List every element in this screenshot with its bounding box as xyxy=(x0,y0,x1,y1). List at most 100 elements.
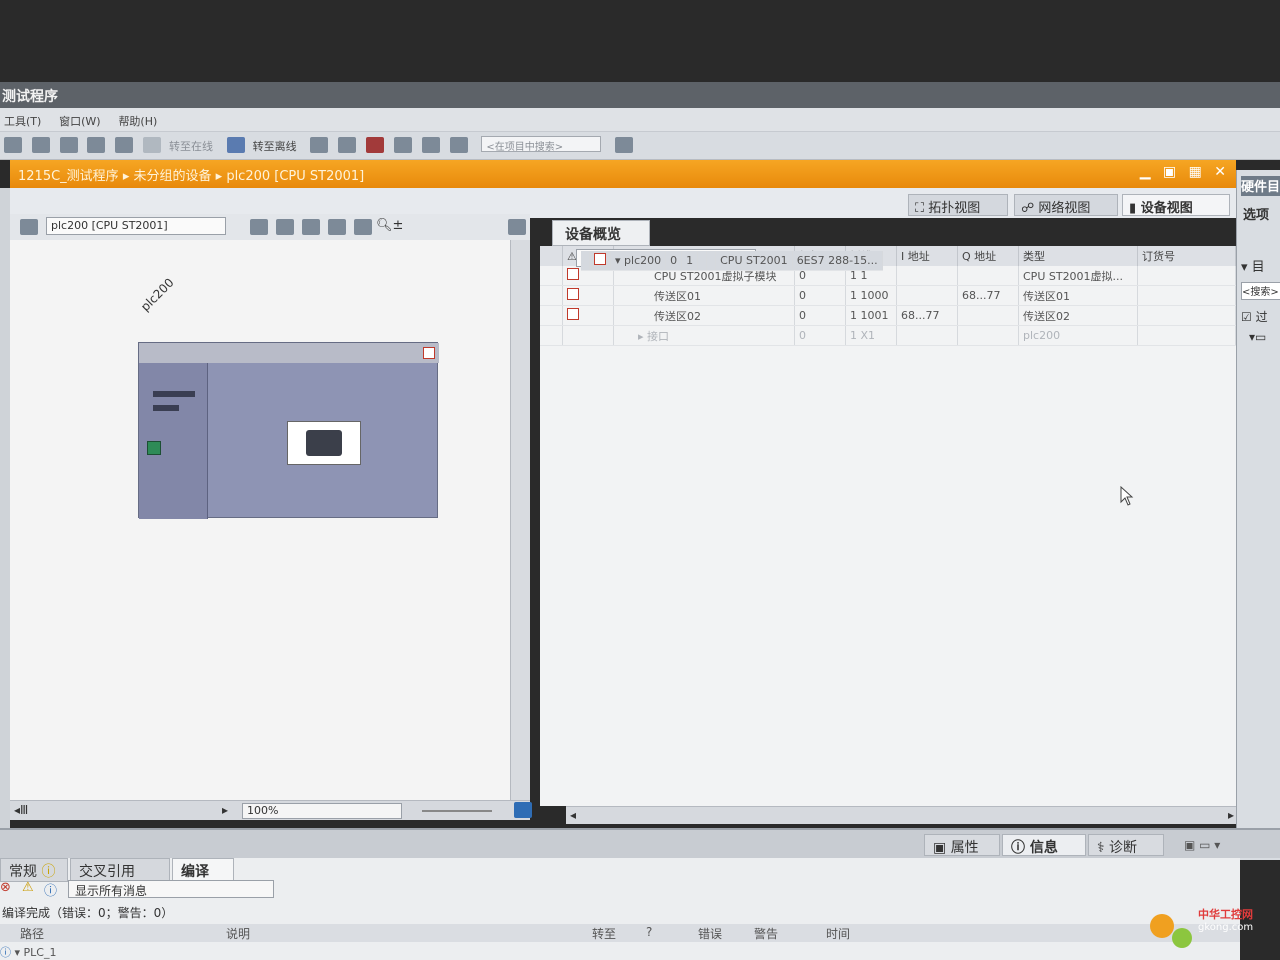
page-icon[interactable] xyxy=(354,219,372,235)
scroll-right-icon[interactable]: ▸ xyxy=(1228,808,1234,822)
device-dropdown[interactable]: plc200 [CPU ST2001] xyxy=(46,217,226,235)
download-icon[interactable] xyxy=(115,137,134,153)
tab-general[interactable]: 常规 ⓘ xyxy=(0,858,68,882)
menu-window[interactable]: 窗口(W) xyxy=(55,108,110,129)
error-filter-icon[interactable]: ⊗ xyxy=(0,880,11,895)
breadcrumb-group[interactable]: 未分组的设备 xyxy=(133,169,211,184)
col-errors[interactable]: 错误 xyxy=(698,925,722,942)
scroll-left-icon[interactable]: ◂ xyxy=(570,808,576,822)
tab-network-view[interactable]: ☍ 网络视图 xyxy=(1014,194,1118,216)
info-filter-icon[interactable]: ⓘ xyxy=(44,880,57,899)
tab-cross-reference[interactable]: 交叉引用 xyxy=(70,858,170,882)
project-icon[interactable] xyxy=(4,137,22,153)
plc-rack[interactable] xyxy=(138,342,439,519)
breadcrumb-project[interactable]: 1215C_测试程序 xyxy=(18,169,119,184)
menu-help[interactable]: 帮助(H) xyxy=(114,108,167,129)
search-go-icon[interactable] xyxy=(615,137,634,153)
error-icon xyxy=(567,308,579,320)
tab-device-view[interactable]: ▮ 设备视图 xyxy=(1122,194,1230,216)
panel-controls-icon[interactable]: ▣ ▭ ▾ xyxy=(1184,838,1220,852)
col-warnings[interactable]: 警告 xyxy=(754,925,778,942)
navigator-icon[interactable] xyxy=(514,802,532,818)
warning-filter-icon[interactable]: ⚠ xyxy=(22,880,34,895)
watermark-url: gkong.com xyxy=(1198,922,1254,933)
window-controls[interactable]: ▁ ▣ ▦ ✕ xyxy=(1140,164,1230,180)
col-type[interactable]: 类型 xyxy=(1018,246,1138,266)
compile-icon[interactable] xyxy=(87,137,106,153)
accessible-devices-icon[interactable] xyxy=(310,137,329,153)
zoom-slider[interactable] xyxy=(422,810,492,812)
breadcrumb-device[interactable]: plc200 [CPU ST2001] xyxy=(226,169,364,184)
save-icon[interactable] xyxy=(31,137,50,153)
site-watermark-logo: 中华工控网 gkong.com xyxy=(1142,900,1280,960)
menu-tools[interactable]: 工具(T) xyxy=(0,108,51,129)
hardware-catalog-panel: 硬件目 选项 ▾ 目 <搜索> ☑ 过 ▾▭ xyxy=(1236,170,1280,860)
col-i-address[interactable]: I 地址 xyxy=(896,246,958,266)
pan-icon[interactable] xyxy=(302,219,320,235)
scroll-left-icon[interactable]: ◂Ⅲ xyxy=(14,803,28,817)
info-panel: 常规 ⓘ 交叉引用 编译 ⊗ ⚠ ⓘ 显示所有消息 编译完成（错误：0；警告：0… xyxy=(0,858,1240,960)
col-question[interactable]: ? xyxy=(646,925,652,939)
message-table-header: 路径 说明 转至 ? 错误 警告 时间 xyxy=(0,924,1240,942)
project-search-input[interactable]: <在项目中搜索> xyxy=(481,136,602,153)
tab-compile[interactable]: 编译 xyxy=(172,858,234,882)
go-offline-button[interactable]: 转至离线 xyxy=(253,138,297,154)
layout-icon[interactable] xyxy=(328,219,346,235)
col-description[interactable]: 说明 xyxy=(226,925,250,942)
breadcrumb-arrow-icon: ▸ xyxy=(122,169,134,184)
tab-properties[interactable]: ▣ 属性 xyxy=(924,834,1000,856)
device-canvas[interactable] xyxy=(10,240,510,800)
info-icon: ⓘ xyxy=(0,946,11,959)
col-path[interactable]: 路径 xyxy=(20,925,44,942)
editor-breadcrumb: 1215C_测试程序 ▸ 未分组的设备 ▸ plc200 [CPU ST2001… xyxy=(10,160,1236,188)
table-row[interactable]: 传送区01 01 1000 68...77 传送区01 xyxy=(540,285,1236,306)
table-row[interactable]: 传送区02 01 1001 68...77 传送区02 xyxy=(540,305,1236,326)
expand-icon[interactable]: ▾ xyxy=(615,254,624,267)
overview-toggle-icon[interactable] xyxy=(508,219,526,235)
col-goto[interactable]: 转至 xyxy=(592,925,616,942)
ethernet-port-icon[interactable] xyxy=(147,441,161,455)
tab-topology-view[interactable]: ⛶ 拓扑视图 xyxy=(908,194,1008,216)
split-h-icon[interactable] xyxy=(421,137,440,153)
catalog-section[interactable]: ▾ 目 xyxy=(1241,256,1265,275)
zoom-level-select[interactable]: 100% xyxy=(242,803,402,819)
cpu-module[interactable] xyxy=(139,363,208,519)
table-icon[interactable] xyxy=(276,219,294,235)
col-order-number[interactable]: 订货号 xyxy=(1137,246,1236,266)
tab-info[interactable]: ⓘ 信息 xyxy=(1002,834,1086,856)
message-row[interactable]: ⓘ ▾ PLC_1 xyxy=(0,944,56,960)
warning-icon: ⓘ xyxy=(41,864,56,880)
main-toolbar: 转至在线 转至离线 <在项目中搜索> xyxy=(0,132,1280,160)
canvas-vertical-scrollbar[interactable] xyxy=(510,240,530,800)
monitor-icon[interactable] xyxy=(338,137,357,153)
tab-diagnostics[interactable]: ⚕ 诊断 xyxy=(1088,834,1164,856)
tab-device-overview[interactable]: 设备概览 xyxy=(552,220,650,246)
inspector-tab-bar: ▣ 属性 ⓘ 信息 ⚕ 诊断 ▣ ▭ ▾ xyxy=(0,828,1280,858)
error-icon xyxy=(423,347,435,359)
zoom-icon[interactable]: 🔍︎± xyxy=(376,218,403,233)
stop-icon[interactable] xyxy=(366,137,385,153)
options-label: 选项 xyxy=(1243,208,1270,223)
close-icon[interactable] xyxy=(393,137,412,153)
diagnostics-icon: ⚕ xyxy=(1097,840,1110,856)
split-v-icon[interactable] xyxy=(449,137,468,153)
go-online-button[interactable]: 转至在线 xyxy=(169,138,213,154)
error-icon xyxy=(567,268,579,280)
expand-icon[interactable]: ▸ xyxy=(638,330,647,343)
table-row[interactable]: ▾ plc200 01 CPU ST2001 6ES7 288-15... xyxy=(576,249,883,271)
col-q-address[interactable]: Q 地址 xyxy=(957,246,1019,266)
print-icon[interactable] xyxy=(59,137,78,153)
left-collapse-strip[interactable] xyxy=(0,188,10,828)
plc-device-icon xyxy=(306,430,342,456)
table-horizontal-scrollbar[interactable]: ◂ ▸ xyxy=(566,806,1238,824)
filter-checkbox[interactable]: ☑ 过 xyxy=(1241,308,1268,325)
table-row[interactable]: ▸ 接口 01 X1 plc200 xyxy=(540,325,1236,346)
scroll-right-icon[interactable]: ▸ xyxy=(222,803,228,817)
grid-icon[interactable] xyxy=(250,219,268,235)
folder-icon[interactable]: ▾▭ xyxy=(1249,330,1266,344)
message-filter-select[interactable]: 显示所有消息 xyxy=(68,880,274,898)
catalog-search-input[interactable]: <搜索> xyxy=(1241,282,1280,300)
device-select-icon[interactable] xyxy=(20,219,38,235)
device-overview-table: ⚠ 模块 机架 插槽 I 地址 Q 地址 类型 订货号 ▾ plc200 01 … xyxy=(540,246,1236,806)
col-time[interactable]: 时间 xyxy=(826,925,850,942)
